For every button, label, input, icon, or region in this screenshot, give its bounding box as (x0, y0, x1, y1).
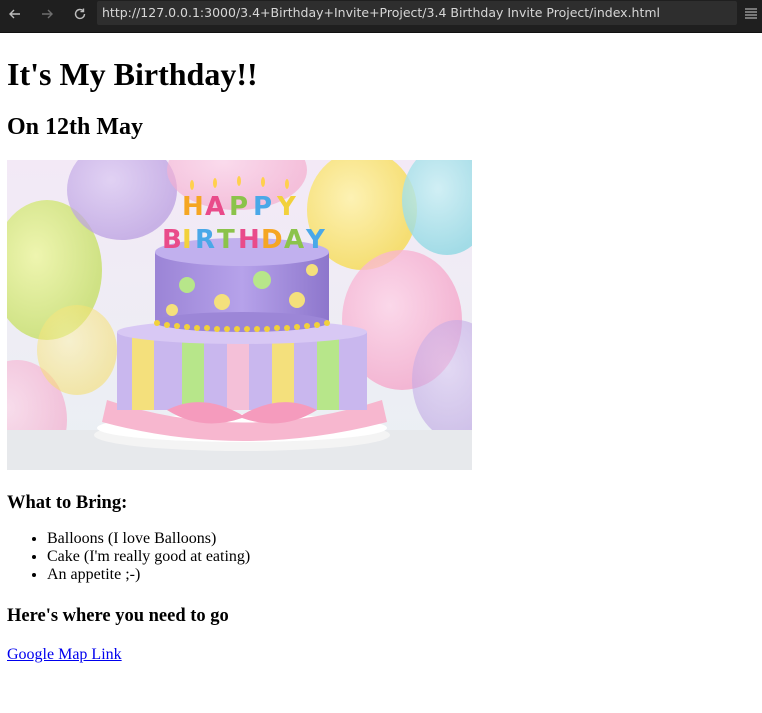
svg-text:T: T (217, 225, 235, 255)
svg-text:H: H (238, 225, 260, 255)
svg-text:P: P (253, 192, 272, 222)
birthday-cake-image: H A P P Y B I R T H D A Y (7, 160, 472, 470)
back-button[interactable] (3, 3, 27, 25)
svg-text:A: A (284, 225, 304, 255)
svg-text:I: I (182, 225, 192, 255)
hamburger-menu-icon (745, 8, 757, 19)
date-heading: On 12th May (7, 114, 144, 140)
browser-toolbar: http://127.0.0.1:3000/3.4+Birthday+Invit… (0, 0, 762, 33)
forward-button[interactable] (35, 3, 59, 25)
location-heading: Here's where you need to go (7, 606, 229, 626)
svg-text:R: R (195, 225, 215, 255)
bring-list: Balloons (I love Balloons) Cake (I'm rea… (7, 530, 250, 584)
list-item: Cake (I'm really good at eating) (47, 548, 250, 566)
svg-text:D: D (261, 225, 283, 255)
address-bar[interactable]: http://127.0.0.1:3000/3.4+Birthday+Invit… (97, 1, 737, 25)
arrow-left-icon (9, 9, 20, 19)
google-map-link[interactable]: Google Map Link (7, 646, 122, 664)
menu-button[interactable] (740, 2, 762, 24)
reload-button[interactable] (68, 3, 92, 25)
svg-text:H: H (182, 192, 204, 222)
svg-text:Y: Y (276, 192, 297, 222)
page-title: It's My Birthday!! (7, 56, 258, 92)
cake-illustration: H A P P Y B I R T H D A Y (7, 160, 472, 470)
svg-text:B: B (162, 225, 182, 255)
svg-text:P: P (229, 192, 248, 222)
list-item: An appetite ;-) (47, 566, 250, 584)
svg-text:A: A (205, 192, 225, 222)
reload-icon (74, 8, 86, 20)
svg-text:Y: Y (305, 225, 326, 255)
bring-heading: What to Bring: (7, 493, 128, 513)
list-item: Balloons (I love Balloons) (47, 530, 250, 548)
arrow-right-icon (42, 9, 53, 19)
